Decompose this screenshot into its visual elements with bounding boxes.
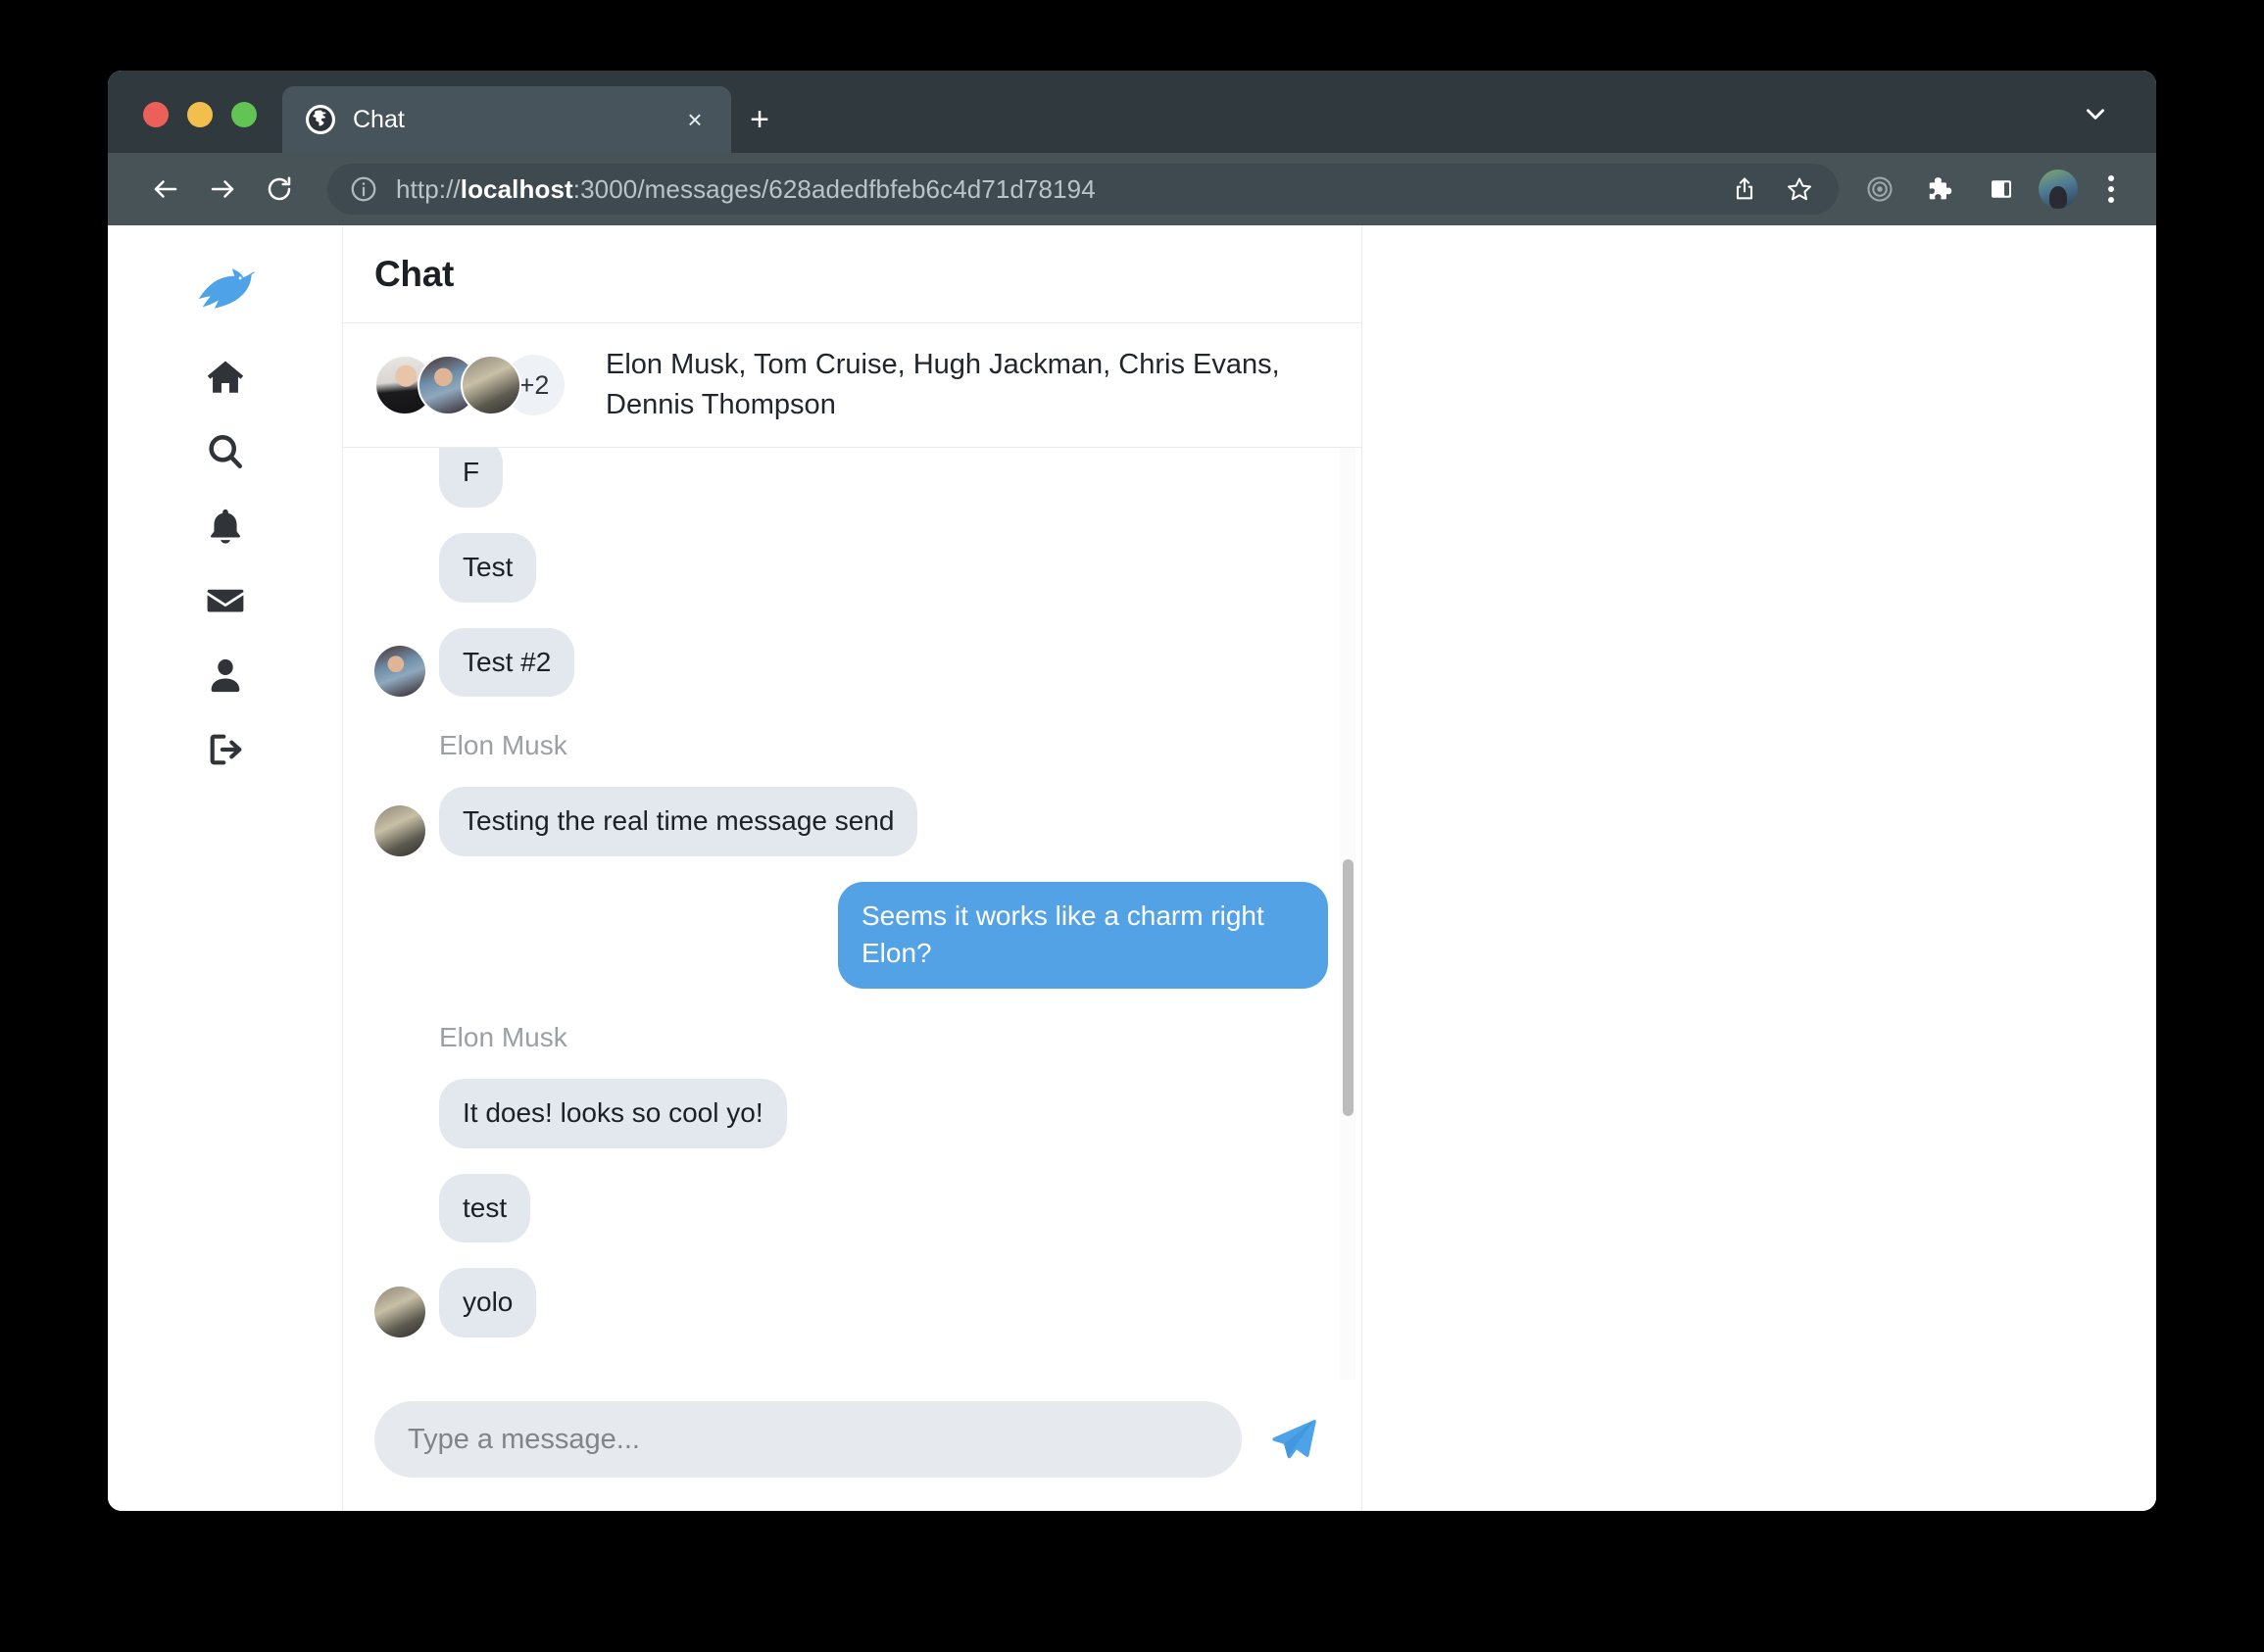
message-composer (343, 1380, 1361, 1511)
bookmark-star-icon[interactable] (1774, 164, 1825, 215)
message-bubble: Test #2 (439, 627, 575, 698)
puzzle-icon[interactable] (1917, 166, 1964, 213)
target-icon[interactable] (1856, 166, 1903, 213)
maximize-window-button[interactable] (231, 102, 257, 127)
avatar-spacer (374, 1191, 425, 1242)
browser-tab-chat[interactable]: Chat × (282, 86, 731, 153)
sidebar-item-search[interactable] (108, 415, 342, 488)
message-sender-label: Elon Musk (439, 730, 567, 761)
app-sidebar (108, 225, 343, 1511)
chat-header: Chat (343, 225, 1361, 323)
chat-column: Chat +2 Elon Musk, Tom Cruise, Hugh Jack… (343, 225, 1362, 1511)
message-row: Seems it works like a charm right Elon? (374, 881, 1328, 990)
tab-strip: Chat × + (108, 71, 2156, 153)
messages-scroll-area[interactable]: F Test Test #2 Elon Musk Testing the real ti… (343, 448, 1361, 1380)
message-avatar (374, 804, 425, 856)
message-list: F Test Test #2 Elon Musk Testing the real ti… (374, 448, 1328, 1337)
bird-logo-icon[interactable] (108, 245, 342, 339)
message-row: Test (374, 532, 1328, 603)
reload-icon[interactable] (251, 161, 308, 218)
globe-icon (306, 105, 335, 134)
message-bubble: Testing the real time message send (439, 787, 918, 856)
side-panel-icon[interactable] (1978, 166, 2025, 213)
toolbar-right-actions (1856, 166, 2131, 213)
scrollbar-thumb[interactable] (1343, 859, 1353, 1117)
search-icon (208, 435, 242, 468)
send-button[interactable] (1259, 1405, 1328, 1474)
participants-bar[interactable]: +2 Elon Musk, Tom Cruise, Hugh Jackman, … (343, 323, 1361, 449)
sidebar-item-notifications[interactable] (108, 490, 342, 562)
bell-icon (210, 509, 240, 544)
message-bubble: Test (439, 532, 537, 603)
avatar-stack: +2 (374, 355, 565, 416)
message-row: yolo (374, 1268, 1328, 1337)
new-tab-button[interactable]: + (731, 86, 788, 153)
site-info-icon[interactable] (349, 174, 378, 204)
sidebar-item-logout[interactable] (108, 713, 342, 786)
chevron-down-icon[interactable] (2078, 96, 2113, 131)
avatar-spacer (374, 1097, 425, 1148)
message-bubble: F (439, 448, 504, 508)
message-bubble: test (439, 1173, 531, 1243)
address-bar[interactable]: http://localhost:3000/messages/628adedfb… (327, 164, 1839, 215)
page-title: Chat (374, 253, 455, 294)
message-row: F (374, 448, 1328, 508)
sidebar-item-messages[interactable] (108, 564, 342, 637)
share-icon[interactable] (1719, 164, 1770, 215)
sidebar-item-home[interactable] (108, 341, 342, 413)
tab-title: Chat (353, 105, 405, 133)
message-avatar (374, 646, 425, 698)
send-paper-plane-icon (1272, 1419, 1316, 1459)
three-dot-menu-icon[interactable] (2092, 166, 2131, 213)
message-row: It does! looks so cool yo! (374, 1079, 1328, 1148)
message-bubble: Seems it works like a charm right Elon? (838, 881, 1328, 990)
avatar-spacer (374, 552, 425, 603)
message-bubble: yolo (439, 1268, 537, 1337)
avatar-spacer (374, 457, 425, 508)
message-row: Test #2 (374, 627, 1328, 698)
person-icon (211, 658, 239, 693)
forward-arrow-icon[interactable] (194, 161, 251, 218)
home-icon (207, 361, 243, 393)
logout-icon (210, 734, 241, 765)
message-row: Testing the real time message send (374, 787, 1328, 856)
participants-names: Elon Musk, Tom Cruise, Hugh Jackman, Chr… (606, 349, 1280, 421)
url-text[interactable]: http://localhost:3000/messages/628adedfb… (396, 174, 1096, 205)
close-window-button[interactable] (143, 102, 169, 127)
message-input[interactable] (374, 1401, 1242, 1478)
sidebar-item-profile[interactable] (108, 639, 342, 711)
back-arrow-icon[interactable] (137, 161, 194, 218)
message-bubble: It does! looks so cool yo! (439, 1079, 787, 1148)
message-sender-label: Elon Musk (439, 1022, 567, 1053)
minimize-window-button[interactable] (187, 102, 213, 127)
close-icon[interactable]: × (678, 103, 712, 136)
page-viewport: Chat +2 Elon Musk, Tom Cruise, Hugh Jack… (108, 225, 2156, 1511)
window-controls (108, 102, 257, 153)
omnibox-actions (1719, 164, 1825, 215)
envelope-icon (207, 589, 243, 612)
profile-avatar[interactable] (2039, 170, 2078, 209)
message-row: test (374, 1173, 1328, 1243)
right-empty-pane (1362, 225, 2156, 1511)
browser-toolbar: http://localhost:3000/messages/628adedfb… (108, 153, 2156, 225)
message-avatar (374, 1286, 425, 1337)
avatar (461, 355, 521, 416)
browser-window: Chat × + http://localhost:3000/messages/… (108, 71, 2156, 1511)
scrollbar-track[interactable] (1340, 448, 1355, 1380)
